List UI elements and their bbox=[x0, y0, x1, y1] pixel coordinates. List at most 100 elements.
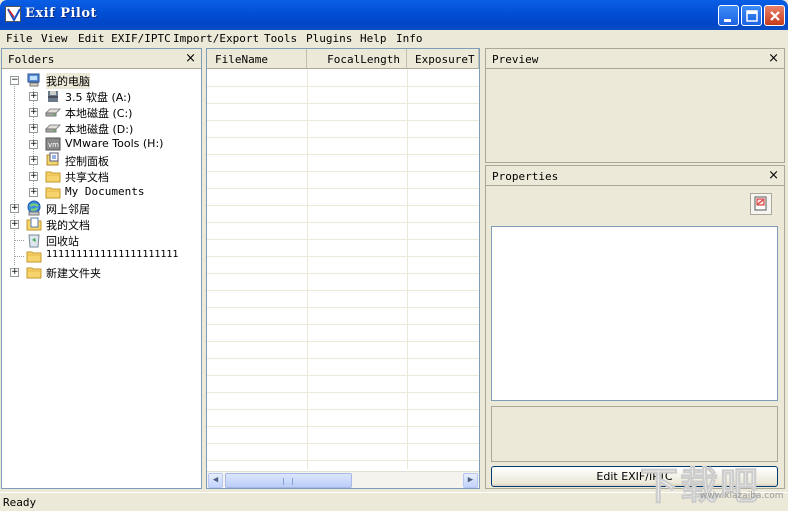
expand-icon[interactable]: + bbox=[10, 220, 19, 229]
folder-tree: − 我的电脑 + 3.5 软盘 (A:) + 本地磁盘 (C:) + 本地磁盘 … bbox=[2, 71, 201, 488]
tree-item-floppy-a[interactable]: + 3.5 软盘 (A:) bbox=[2, 88, 202, 104]
menu-tools[interactable]: Tools bbox=[264, 32, 297, 45]
tree-item-network-places[interactable]: + 网上邻居 bbox=[2, 200, 202, 216]
property-description-area bbox=[491, 406, 778, 462]
menu-plugins[interactable]: Plugins bbox=[306, 32, 352, 45]
grid-row-line bbox=[207, 460, 479, 461]
preview-panel-header: Preview × bbox=[486, 49, 784, 69]
close-window-button[interactable] bbox=[764, 5, 785, 26]
svg-text:vm: vm bbox=[48, 141, 59, 149]
horizontal-scrollbar[interactable]: ◀ ▶ bbox=[207, 471, 479, 488]
tree-item-local-disk-d[interactable]: + 本地磁盘 (D:) bbox=[2, 120, 202, 136]
expand-icon[interactable]: + bbox=[29, 124, 38, 133]
preview-close-icon[interactable]: × bbox=[768, 51, 779, 66]
expand-icon[interactable]: + bbox=[29, 188, 38, 197]
tree-item-label: 新建文件夹 bbox=[46, 267, 101, 280]
menu-view[interactable]: View bbox=[41, 32, 68, 45]
tree-item-label: 我的电脑 bbox=[46, 73, 90, 89]
folder-icon bbox=[26, 264, 42, 280]
folders-close-icon[interactable]: × bbox=[185, 51, 196, 66]
grid-row-line bbox=[207, 103, 479, 104]
tree-item-vmware-tools-h[interactable]: + vm VMware Tools (H:) bbox=[2, 136, 202, 152]
expand-icon[interactable]: + bbox=[29, 140, 38, 149]
tree-item-control-panel[interactable]: + 控制面板 bbox=[2, 152, 202, 168]
grid-row-line bbox=[207, 137, 479, 138]
menu-edit-exif-iptc[interactable]: Edit EXIF/IPTC bbox=[78, 32, 171, 45]
properties-toggle-button[interactable] bbox=[750, 193, 772, 215]
column-header-filename[interactable]: FileName bbox=[207, 49, 307, 69]
minimize-button[interactable] bbox=[718, 5, 739, 26]
tree-guide-line bbox=[15, 240, 24, 241]
tree-item-label: 回收站 bbox=[46, 235, 79, 248]
menu-info[interactable]: Info bbox=[396, 32, 423, 45]
expand-icon[interactable]: + bbox=[29, 172, 38, 181]
expand-icon[interactable]: + bbox=[29, 108, 38, 117]
grid-row-line bbox=[207, 426, 479, 427]
app-logo-icon bbox=[5, 6, 21, 23]
grid-row-line bbox=[207, 443, 479, 444]
tree-item-local-disk-c[interactable]: + 本地磁盘 (C:) bbox=[2, 104, 202, 120]
grid-row-line bbox=[207, 358, 479, 359]
grid-row-line bbox=[207, 222, 479, 223]
folders-panel-header: Folders × bbox=[2, 49, 201, 69]
property-pages-icon bbox=[754, 196, 767, 211]
collapse-icon[interactable]: − bbox=[10, 76, 19, 85]
tree-item-new-folder[interactable]: + 新建文件夹 bbox=[2, 264, 202, 280]
expand-icon[interactable]: + bbox=[10, 268, 19, 277]
folder-icon bbox=[45, 168, 61, 184]
watermark-logo: 下载吧 bbox=[639, 464, 761, 509]
properties-grid[interactable] bbox=[491, 226, 778, 401]
grid-row-line bbox=[207, 409, 479, 410]
grid-row-line bbox=[207, 290, 479, 291]
grid-row-line bbox=[207, 273, 479, 274]
tree-item-label: 本地磁盘 (C:) bbox=[65, 107, 133, 120]
floppy-drive-icon bbox=[45, 88, 61, 104]
properties-panel-title: Properties bbox=[492, 170, 559, 183]
expand-icon[interactable]: + bbox=[29, 92, 38, 101]
tree-item-label: 本地磁盘 (D:) bbox=[65, 123, 134, 136]
scroll-right-icon[interactable]: ▶ bbox=[463, 473, 478, 488]
grid-row-line bbox=[207, 188, 479, 189]
tree-item-folder-ones[interactable]: 1111111111111111111111 bbox=[2, 248, 202, 264]
tree-item-recycle-bin[interactable]: 回收站 bbox=[2, 232, 202, 248]
grid-row-line bbox=[207, 307, 479, 308]
menu-import-export[interactable]: Import/Export bbox=[173, 32, 259, 45]
scroll-left-icon[interactable]: ◀ bbox=[208, 473, 223, 488]
grid-row-line bbox=[207, 256, 479, 257]
window-title: Exif Pilot bbox=[25, 6, 98, 21]
status-text: Ready bbox=[3, 496, 37, 509]
menu-file[interactable]: File bbox=[6, 32, 33, 45]
grid-row-line bbox=[207, 239, 479, 240]
grid-row-line bbox=[207, 324, 479, 325]
my-computer-icon bbox=[26, 72, 42, 88]
tree-item-my-computer[interactable]: − 我的电脑 bbox=[2, 72, 202, 89]
grid-row-line bbox=[207, 375, 479, 376]
column-header-focallength[interactable]: FocalLength bbox=[307, 49, 407, 69]
expand-icon[interactable]: + bbox=[10, 204, 19, 213]
folder-icon bbox=[45, 184, 61, 200]
tree-item-my-documents-en[interactable]: + My Documents bbox=[2, 184, 202, 200]
properties-close-icon[interactable]: × bbox=[768, 168, 779, 183]
grid-row-line bbox=[207, 205, 479, 206]
grid-row-line bbox=[207, 120, 479, 121]
network-places-icon bbox=[26, 200, 42, 216]
hard-disk-icon bbox=[44, 104, 62, 120]
tree-item-label: 我的文档 bbox=[46, 219, 90, 232]
menu-help[interactable]: Help bbox=[360, 32, 387, 45]
tree-item-my-documents[interactable]: + 我的文档 bbox=[2, 216, 202, 232]
tree-item-shared-docs[interactable]: + 共享文档 bbox=[2, 168, 202, 184]
scrollbar-thumb[interactable] bbox=[225, 473, 352, 488]
column-header-exposuretime[interactable]: ExposureT bbox=[407, 49, 479, 69]
my-documents-icon bbox=[26, 216, 42, 232]
tree-item-label: 共享文档 bbox=[65, 171, 109, 184]
preview-panel: Preview × bbox=[485, 48, 785, 163]
properties-panel-header: Properties × bbox=[486, 166, 784, 186]
expand-icon[interactable]: + bbox=[29, 156, 38, 165]
folder-icon bbox=[26, 248, 42, 264]
maximize-button[interactable] bbox=[741, 5, 762, 26]
tree-item-label: VMware Tools (H:) bbox=[65, 137, 164, 150]
recycle-bin-icon bbox=[26, 232, 42, 248]
tree-item-label: 控制面板 bbox=[65, 155, 109, 168]
control-panel-icon bbox=[45, 152, 61, 168]
grid-row-line bbox=[207, 86, 479, 87]
